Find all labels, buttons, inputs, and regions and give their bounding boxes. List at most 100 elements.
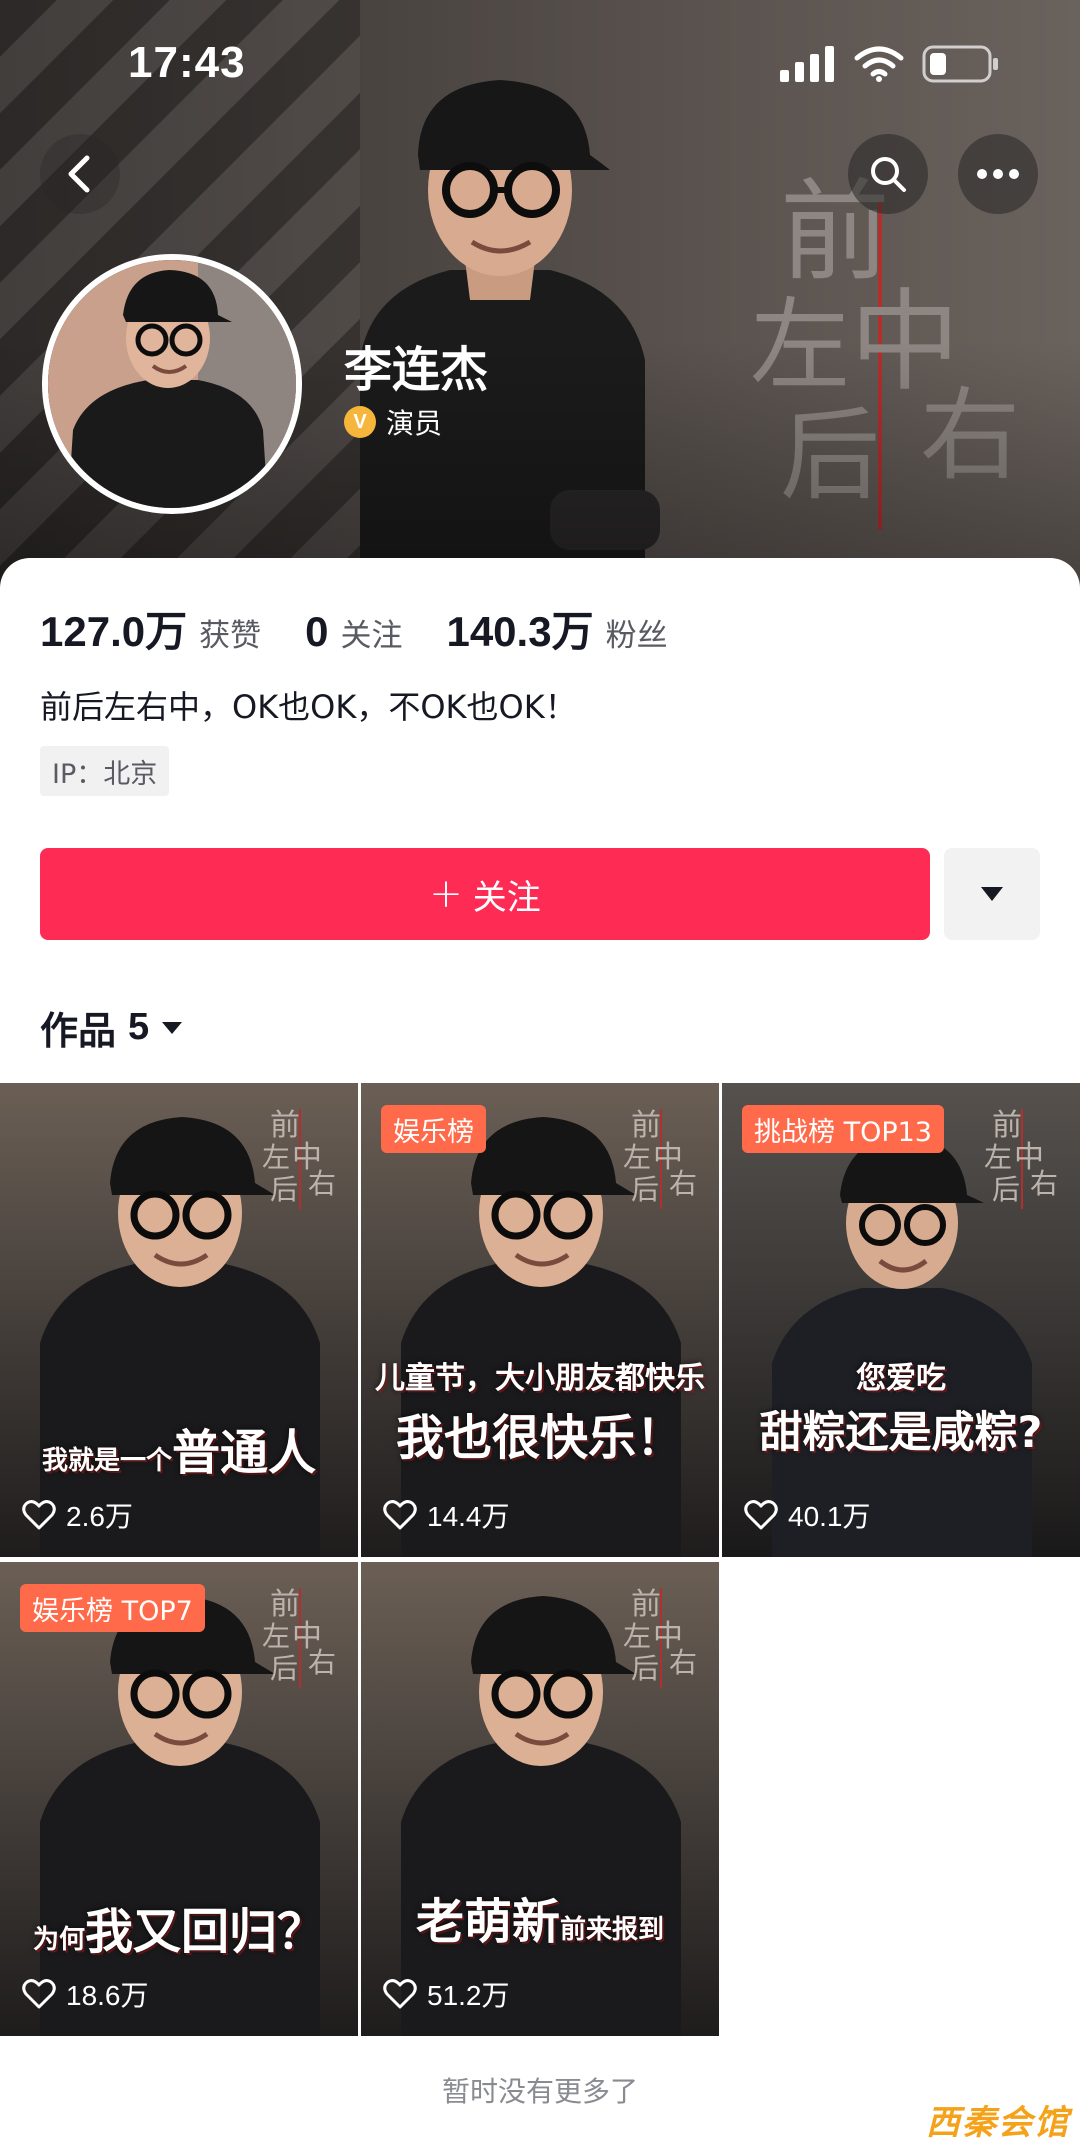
stat-following[interactable]: 0 关注: [305, 608, 402, 656]
search-icon: [871, 157, 906, 192]
tile-calligraphy-logo: 前 左 中 后 右: [262, 1587, 336, 1688]
search-button[interactable]: [848, 134, 928, 214]
likes-count: 2.6万: [66, 1501, 133, 1532]
heart-icon: [383, 1500, 417, 1530]
logo-char: 右: [308, 1167, 336, 1200]
profile-stats: 127.0万 获赞 0 关注 140.3万 粉丝: [40, 598, 712, 659]
no-more-content-note: 暂时没有更多了: [441, 2075, 638, 2108]
video-tile[interactable]: 前 左 中 后 右 娱乐榜 儿童节，大小朋友都快乐 我也很快乐！ 14.4万: [361, 1083, 719, 1557]
logo-char: 后: [631, 1173, 659, 1206]
heart-icon: [744, 1500, 778, 1530]
watermark: 西秦会馆: [926, 2103, 1070, 2143]
video-tile[interactable]: 前 左 中 后 右 我就是一个普通人 2.6万: [0, 1083, 358, 1557]
ranking-badge: 挑战榜 TOP13: [742, 1105, 944, 1153]
caption-big: 我又回归？: [85, 1904, 326, 1960]
stat-label: 关注: [340, 618, 403, 654]
likes-count: 40.1万: [788, 1501, 871, 1532]
battery-icon: [922, 45, 998, 83]
logo-char: 右: [308, 1646, 336, 1679]
logo-char: 左: [262, 1620, 290, 1653]
video-tile[interactable]: 前 左 中 后 右 娱乐榜 TOP7 为何我又回归？ 18.6万: [0, 1562, 358, 2036]
logo-char: 后: [270, 1173, 298, 1206]
logo-char: 前: [631, 1587, 661, 1622]
video-tile[interactable]: 前 左 中 后 右 老萌新前来报到 51.2万: [361, 1562, 719, 2036]
caption-small: 前来报到: [560, 1915, 665, 1945]
back-button[interactable]: [40, 134, 120, 214]
video-likes: 51.2万: [383, 1974, 510, 2014]
caption-big: 普通人: [172, 1425, 317, 1481]
ip-location-tag: IP：北京: [40, 746, 170, 796]
heart-icon: [22, 1500, 56, 1530]
tile-calligraphy-logo: 前 左 中 后 右: [984, 1108, 1058, 1209]
likes-count: 14.4万: [427, 1501, 510, 1532]
logo-char: 后: [992, 1173, 1020, 1206]
video-likes: 40.1万: [744, 1495, 871, 1535]
logo-char: 前: [270, 1108, 300, 1143]
heart-icon: [383, 1979, 417, 2009]
profile-info-card: 127.0万 获赞 0 关注 140.3万 粉丝 前后左右中，OK也OK，不OK…: [0, 558, 1080, 2147]
caption-line1: 您爱吃: [856, 1361, 946, 1396]
logo-char: 后: [270, 1652, 298, 1685]
caption-small: 为何: [32, 1925, 85, 1955]
wifi-icon: [854, 46, 904, 82]
caption-big: 老萌新: [415, 1894, 560, 1950]
likes-count: 51.2万: [427, 1980, 510, 2011]
follow-button-label: 关注: [472, 877, 541, 918]
video-likes: 18.6万: [22, 1974, 149, 2014]
status-bar: 17:43: [0, 0, 1080, 120]
video-caption: 为何我又回归？: [0, 1892, 358, 1962]
tab-works[interactable]: 作品 5: [40, 1000, 183, 1055]
logo-char: 左: [262, 1141, 290, 1174]
logo-char: 前: [270, 1587, 300, 1622]
tab-works-count: 5: [128, 1006, 150, 1048]
logo-char: 后: [631, 1652, 659, 1685]
verification-row: V 演员: [344, 402, 442, 442]
more-dots-icon: [977, 169, 1019, 179]
logo-char: 右: [669, 1167, 697, 1200]
likes-count: 18.6万: [66, 1980, 149, 2011]
video-caption: 老萌新前来报到: [361, 1882, 719, 1952]
logo-char: 左: [623, 1620, 651, 1653]
follow-button[interactable]: + 关注: [40, 848, 930, 940]
heart-icon: [22, 1979, 56, 2009]
stat-label: 获赞: [199, 618, 262, 654]
more-options-button[interactable]: [958, 134, 1038, 214]
stat-label: 粉丝: [605, 618, 668, 654]
logo-char: 右: [1030, 1167, 1058, 1200]
video-likes: 14.4万: [383, 1495, 510, 1535]
logo-char: 前: [992, 1108, 1022, 1143]
video-caption: 我就是一个普通人: [0, 1413, 358, 1483]
avatar-photo: [48, 260, 296, 508]
tile-calligraphy-logo: 前 左 中 后 右: [262, 1108, 336, 1209]
stat-value: 140.3万: [446, 608, 594, 655]
plus-icon: +: [429, 871, 463, 917]
video-tile[interactable]: 前 左 中 后 右 挑战榜 TOP13 您爱吃 甜粽还是咸粽? 40.1万: [722, 1083, 1080, 1557]
tile-calligraphy-logo: 前 左 中 后 右: [623, 1587, 697, 1688]
logo-char: 左: [623, 1141, 651, 1174]
status-time: 17:43: [128, 38, 246, 87]
ranking-badge: 娱乐榜 TOP7: [20, 1584, 205, 1632]
verification-label: 演员: [386, 407, 443, 440]
ranking-badge: 娱乐榜: [381, 1105, 486, 1153]
caption-line1: 儿童节，大小朋友都快乐: [375, 1361, 705, 1396]
video-likes: 2.6万: [22, 1495, 133, 1535]
logo-char: 前: [631, 1108, 661, 1143]
stat-value: 0: [305, 608, 329, 655]
logo-char: 左: [984, 1141, 1012, 1174]
caption-small: 我就是一个: [41, 1446, 172, 1476]
avatar[interactable]: [42, 254, 302, 514]
stat-likes[interactable]: 127.0万 获赞: [40, 598, 261, 659]
tab-works-label: 作品: [40, 1009, 117, 1053]
caption-big: 甜粽还是咸粽?: [759, 1408, 1043, 1458]
stat-followers[interactable]: 140.3万 粉丝: [446, 598, 667, 659]
signal-icon: [780, 46, 834, 82]
recommend-dropdown-button[interactable]: [944, 848, 1040, 940]
caret-down-icon: [162, 1021, 183, 1034]
stat-value: 127.0万: [40, 608, 188, 655]
chevron-left-icon: [68, 155, 90, 193]
profile-bio: 前后左右中，OK也OK，不OK也OK！: [40, 688, 577, 726]
verified-badge-icon: V: [344, 406, 376, 438]
tile-calligraphy-logo: 前 左 中 后 右: [623, 1108, 697, 1209]
caption-big: 我也很快乐！: [395, 1410, 684, 1466]
caret-down-icon: [981, 887, 1003, 901]
